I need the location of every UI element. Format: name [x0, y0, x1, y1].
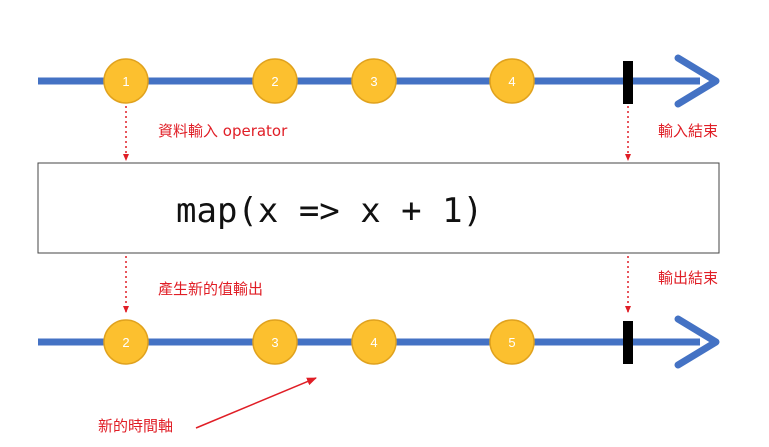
- input-timeline: 1 2 3 4: [38, 54, 720, 108]
- annotation-operator-input: 資料輸入 operator: [158, 122, 288, 140]
- operator-box: map(x => x + 1): [37, 162, 720, 254]
- output-marble: 2: [103, 319, 149, 365]
- annotation-input-complete: 輸入結束: [658, 122, 718, 140]
- output-complete-bar: [623, 321, 633, 364]
- new-timeline-pointer-arrow: [195, 377, 317, 429]
- input-marble-label: 4: [508, 74, 515, 89]
- input-marble-label: 2: [271, 74, 278, 89]
- output-marble-label: 5: [508, 335, 515, 350]
- output-timeline: 2 3 4 5: [38, 315, 720, 369]
- input-marble: 1: [103, 58, 149, 104]
- output-marble-label: 3: [271, 335, 278, 350]
- input-marble: 4: [489, 58, 535, 104]
- output-marble-label: 2: [122, 335, 129, 350]
- output-marble: 3: [252, 319, 298, 365]
- output-marble-label: 4: [370, 335, 377, 350]
- operator-label: map(x => x + 1): [176, 191, 483, 231]
- annotation-new-values: 產生新的值輸出: [158, 280, 263, 298]
- input-marble-label: 3: [370, 74, 377, 89]
- output-marble: 4: [351, 319, 397, 365]
- input-marble-label: 1: [122, 74, 129, 89]
- annotation-new-timeline: 新的時間軸: [98, 417, 173, 435]
- output-marble: 5: [489, 319, 535, 365]
- input-complete-bar: [623, 61, 633, 104]
- input-marble: 3: [351, 58, 397, 104]
- input-marble: 2: [252, 58, 298, 104]
- marble-diagram: 1 2 3 4 資料輸入 operator 輸入結束 map(x => x + …: [37, 54, 720, 435]
- annotation-output-complete: 輸出結束: [658, 269, 718, 287]
